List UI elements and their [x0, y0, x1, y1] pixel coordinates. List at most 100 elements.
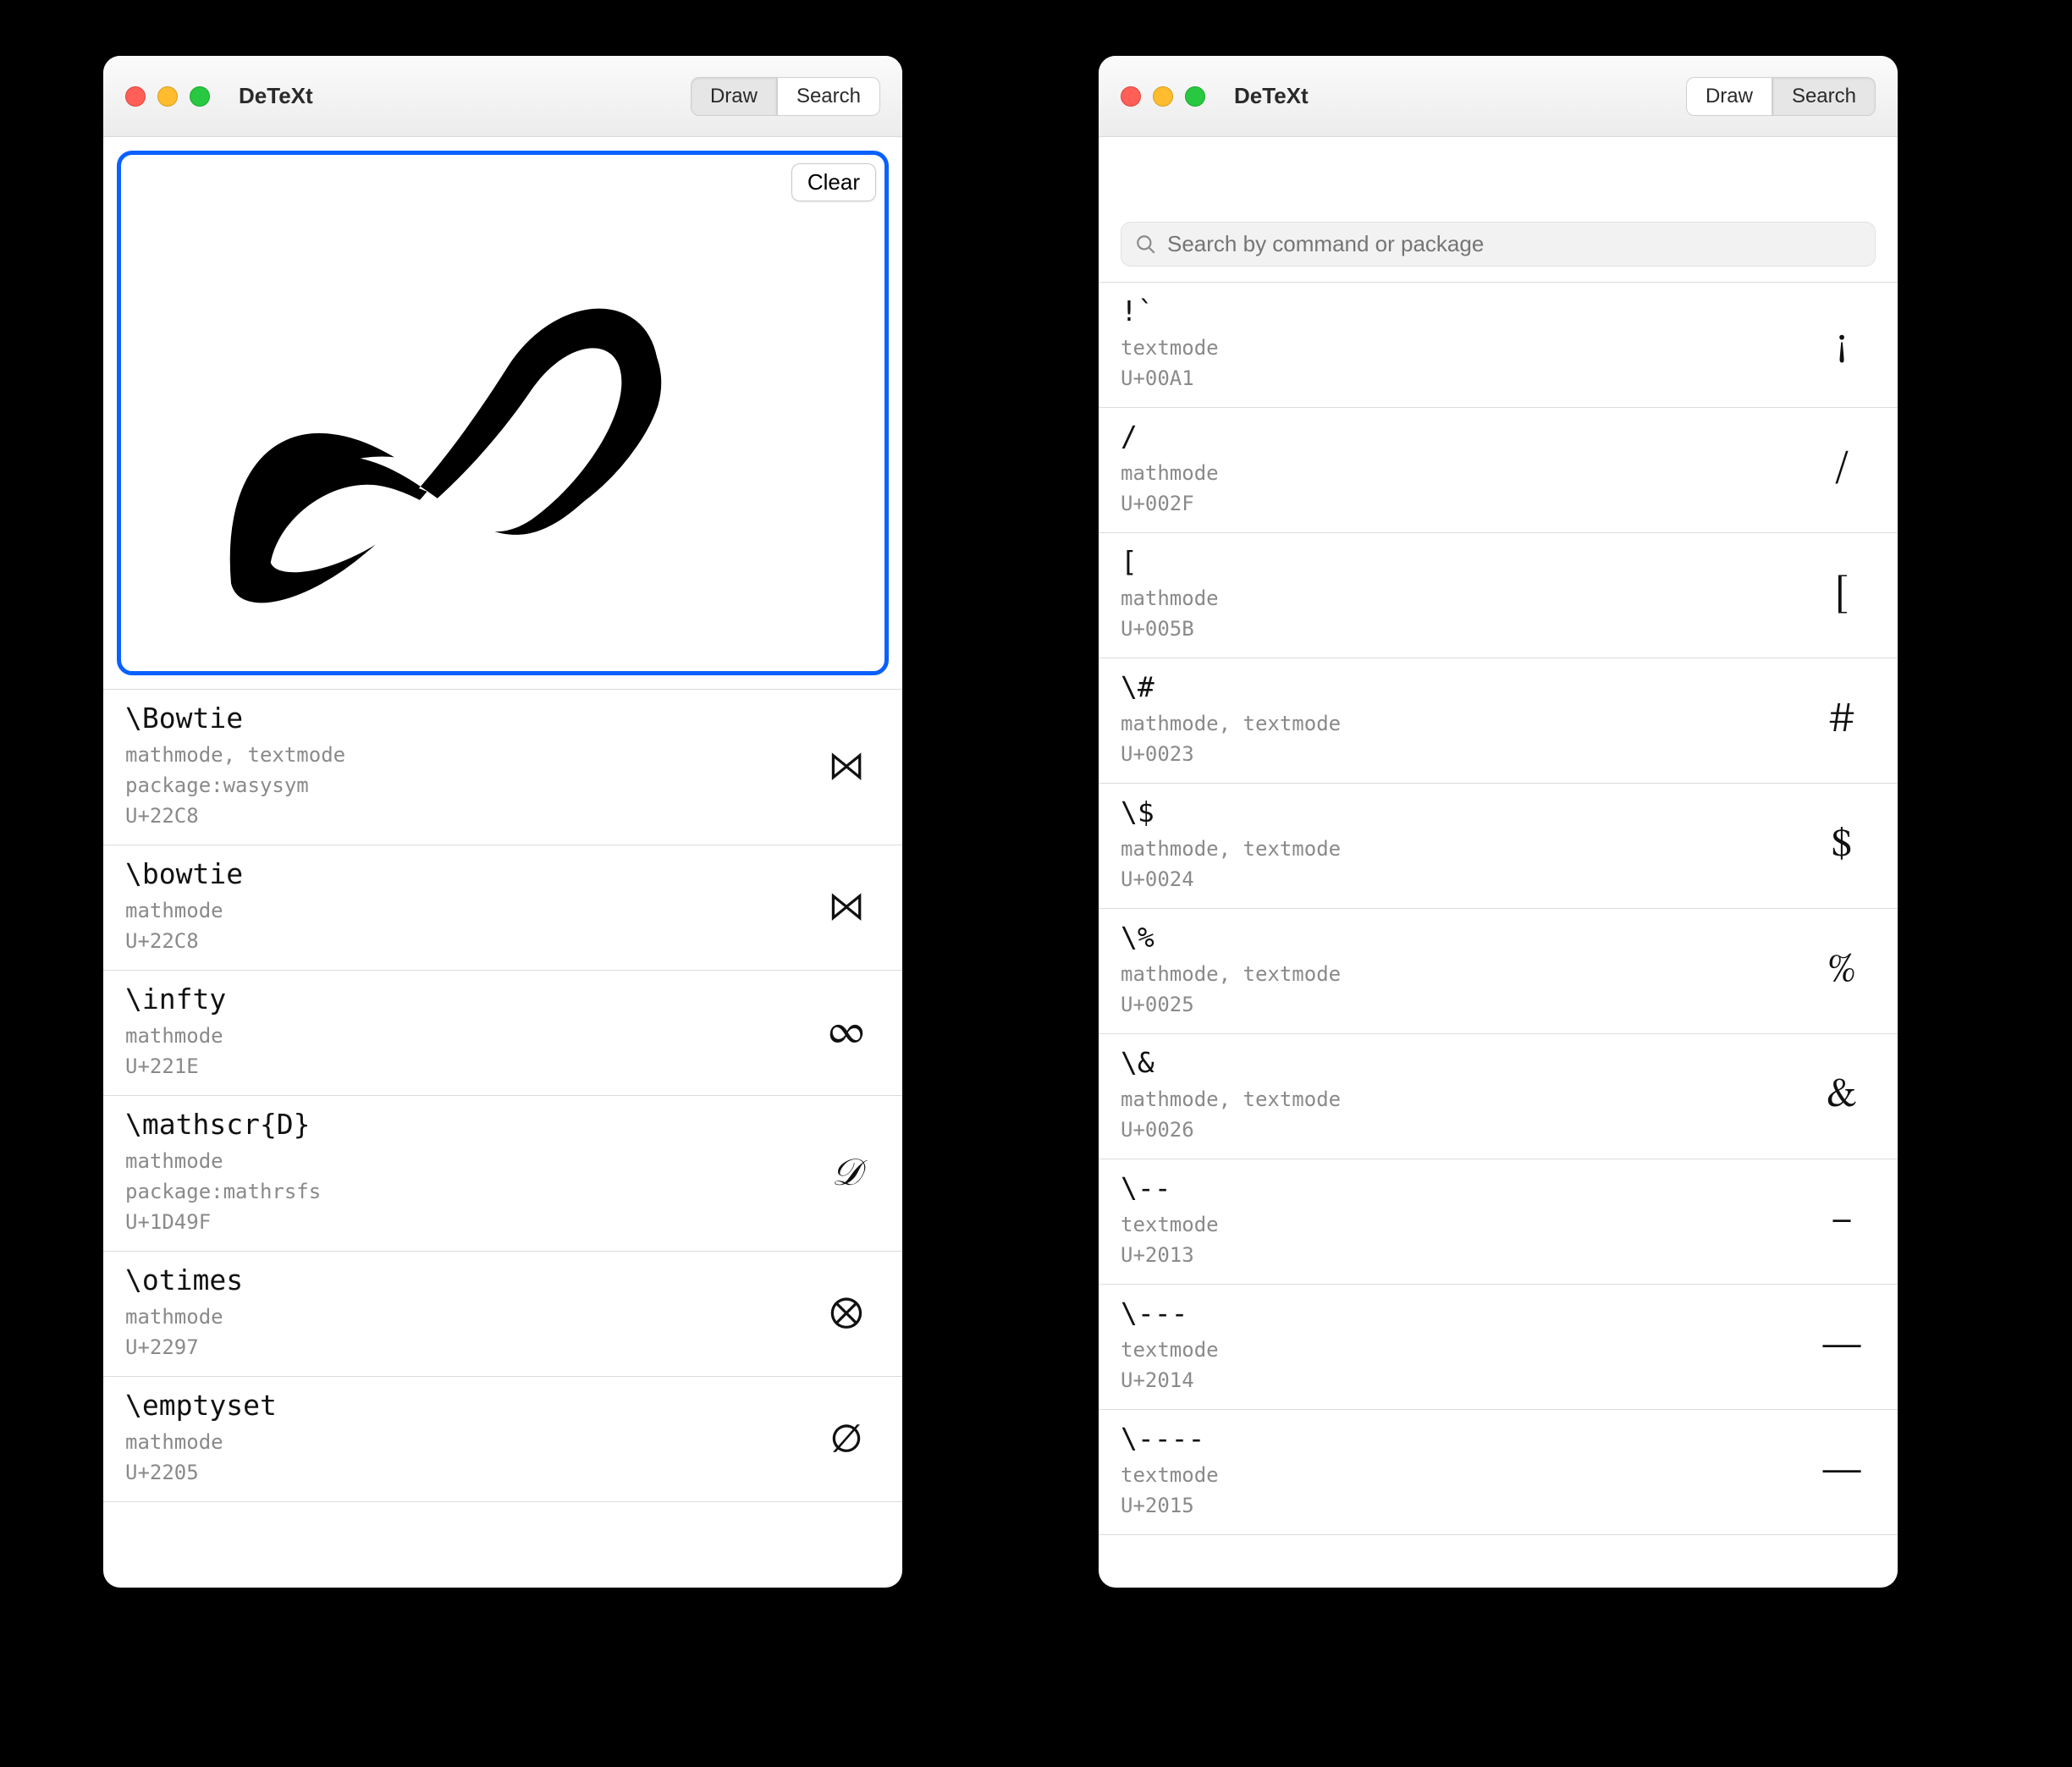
- close-icon[interactable]: [1121, 86, 1141, 107]
- command-label: [: [1121, 545, 1791, 578]
- meta-label: mathmode U+221E: [125, 1021, 796, 1082]
- glyph-preview: [: [1808, 570, 1876, 620]
- list-item-text: [ mathmode U+005B: [1121, 545, 1791, 644]
- command-label: \$: [1121, 795, 1791, 828]
- glyph-preview: 𝒟: [813, 1151, 880, 1194]
- meta-label: mathmode U+22C8: [125, 895, 796, 956]
- zoom-icon[interactable]: [1185, 86, 1205, 107]
- list-item[interactable]: /mathmode U+002F /: [1099, 408, 1898, 533]
- meta-label: mathmode U+2297: [125, 1302, 796, 1362]
- list-item[interactable]: \infty mathmode U+221E ∞: [103, 971, 902, 1096]
- list-item-text: \otimes mathmode U+2297: [125, 1263, 796, 1362]
- drawing-stroke: [121, 155, 884, 671]
- list-item[interactable]: \# mathmode, textmode U+0023 #: [1099, 658, 1898, 784]
- list-item-text: /mathmode U+002F: [1121, 420, 1791, 519]
- command-label: \%: [1121, 921, 1791, 954]
- list-item[interactable]: \Bowtie mathmode, textmode package:wasysy…: [103, 690, 902, 845]
- glyph-preview: &: [1808, 1071, 1876, 1121]
- close-icon[interactable]: [125, 86, 146, 107]
- zoom-icon[interactable]: [190, 86, 210, 107]
- mode-tabs: Draw Search: [1686, 77, 1876, 116]
- app-window-draw: DeTeXt Draw Search Clear \Bowtie mathmode…: [103, 56, 902, 1588]
- glyph-preview: ¡: [1808, 319, 1876, 370]
- app-title: DeTeXt: [239, 83, 313, 109]
- list-item-text: \bowtiemathmode U+22C8: [125, 857, 796, 956]
- meta-label: textmode U+00A1: [1121, 333, 1791, 394]
- content-search: !`textmode U+00A1 ¡ /mathmode U+002F / [ math…: [1099, 137, 1898, 1588]
- command-label: \----: [1121, 1422, 1791, 1455]
- meta-label: textmode U+2015: [1121, 1460, 1791, 1521]
- meta-label: mathmode, textmode U+0026: [1121, 1084, 1791, 1145]
- meta-label: textmode U+2013: [1121, 1209, 1791, 1270]
- app-window-search: DeTeXt Draw Search !`textmode U+00A1¡/ma…: [1099, 56, 1898, 1588]
- traffic-lights: [125, 86, 210, 107]
- list-item-text: \mathscr{D}mathmode package:mathrsfs U+1…: [125, 1108, 796, 1237]
- glyph-preview: ―: [1808, 1446, 1876, 1497]
- list-item[interactable]: \---textmode U+2014—: [1099, 1285, 1898, 1410]
- list-item-text: \--- textmode U+2014: [1121, 1296, 1791, 1395]
- glyph-preview: ∅: [813, 1413, 880, 1464]
- list-item-text: \-- textmode U+2013: [1121, 1171, 1791, 1270]
- list-item-text: \emptysetmathmode U+2205: [125, 1389, 796, 1488]
- glyph-preview: ∞: [813, 1007, 880, 1058]
- glyph-preview: /: [1808, 444, 1876, 495]
- list-item[interactable]: \---- textmode U+2015 ―: [1099, 1410, 1898, 1535]
- drawing-canvas[interactable]: Clear: [117, 151, 889, 675]
- app-title: DeTeXt: [1234, 83, 1309, 109]
- tab-draw[interactable]: Draw: [1686, 77, 1772, 116]
- glyph-preview: ⊗: [813, 1288, 880, 1339]
- tab-search[interactable]: Search: [777, 77, 880, 116]
- search-wrap: [1099, 137, 1898, 282]
- search-icon: [1135, 234, 1157, 256]
- meta-label: textmode U+2014: [1121, 1335, 1791, 1395]
- glyph-preview: ⋈: [813, 741, 880, 792]
- glyph-preview: %: [1808, 945, 1876, 996]
- list-item[interactable]: \emptysetmathmode U+2205 ∅: [103, 1377, 902, 1502]
- meta-label: mathmode, textmode U+0023: [1121, 708, 1791, 769]
- meta-label: mathmode, textmode U+0025: [1121, 959, 1791, 1020]
- command-label: \#: [1121, 670, 1791, 703]
- command-label: \otimes: [125, 1263, 796, 1296]
- list-item[interactable]: [ mathmode U+005B [: [1099, 533, 1898, 658]
- meta-label: mathmode, textmode package:wasysym U+22C…: [125, 740, 796, 831]
- glyph-preview: #: [1808, 695, 1876, 746]
- command-label: \---: [1121, 1296, 1791, 1329]
- list-item[interactable]: \otimes mathmode U+2297 ⊗: [103, 1252, 902, 1377]
- traffic-lights: [1121, 86, 1205, 107]
- mode-tabs: Draw Search: [691, 77, 880, 116]
- list-item-text: \$mathmode, textmode U+0024: [1121, 795, 1791, 895]
- minimize-icon[interactable]: [1153, 86, 1173, 107]
- list-item-text: !`textmode U+00A1: [1121, 294, 1791, 394]
- list-item-text: \---- textmode U+2015: [1121, 1422, 1791, 1521]
- content-draw: Clear \Bowtie mathmode, textmode package:…: [103, 137, 902, 1588]
- list-item-text: \infty mathmode U+221E: [125, 983, 796, 1082]
- glyph-preview: ⋈: [813, 882, 880, 933]
- meta-label: mathmode U+002F: [1121, 458, 1791, 519]
- minimize-icon[interactable]: [157, 86, 178, 107]
- search-input[interactable]: [1167, 231, 1861, 257]
- canvas-wrap: Clear: [103, 137, 902, 689]
- list-item[interactable]: \% mathmode, textmode U+0025%: [1099, 909, 1898, 1034]
- meta-label: mathmode package:mathrsfs U+1D49F: [125, 1146, 796, 1237]
- list-item[interactable]: \-- textmode U+2013–: [1099, 1159, 1898, 1285]
- symbol-list: !`textmode U+00A1 ¡ /mathmode U+002F / [ math…: [1099, 282, 1898, 1588]
- titlebar: DeTeXt Draw Search: [103, 56, 902, 137]
- list-item[interactable]: \$mathmode, textmode U+0024$: [1099, 784, 1898, 909]
- titlebar: DeTeXt Draw Search: [1099, 56, 1898, 137]
- results-list: \Bowtie mathmode, textmode package:wasysy…: [103, 689, 902, 1588]
- list-item[interactable]: \&mathmode, textmode U+0026&: [1099, 1034, 1898, 1159]
- list-item[interactable]: \mathscr{D}mathmode package:mathrsfs U+1…: [103, 1096, 902, 1252]
- list-item[interactable]: !`textmode U+00A1 ¡: [1099, 283, 1898, 408]
- list-item-text: \# mathmode, textmode U+0023: [1121, 670, 1791, 769]
- command-label: \infty: [125, 983, 796, 1016]
- search-field[interactable]: [1121, 222, 1876, 267]
- glyph-preview: –: [1808, 1196, 1876, 1247]
- list-item-text: \Bowtie mathmode, textmode package:wasysy…: [125, 702, 796, 831]
- tab-search[interactable]: Search: [1772, 77, 1876, 116]
- meta-label: mathmode U+2205: [125, 1427, 796, 1488]
- meta-label: mathmode U+005B: [1121, 583, 1791, 644]
- command-label: \--: [1121, 1171, 1791, 1204]
- tab-draw[interactable]: Draw: [691, 77, 777, 116]
- list-item[interactable]: \bowtiemathmode U+22C8 ⋈: [103, 845, 902, 971]
- command-label: \Bowtie: [125, 702, 796, 735]
